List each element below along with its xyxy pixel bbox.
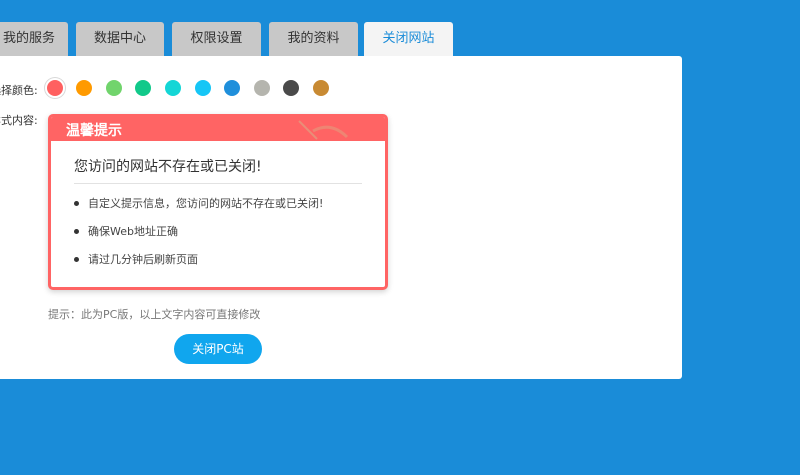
tab-data-center[interactable]: 数据中心 [76, 22, 164, 56]
tab-my-profile[interactable]: 我的资料 [269, 22, 358, 56]
tab-permissions[interactable]: 权限设置 [172, 22, 261, 56]
bullet-icon [74, 256, 79, 262]
hint-text: 提示：此为PC版，以上文字内容可直接修改 [48, 308, 261, 321]
list-item: 自定义提示信息，您访问的网站不存在或已关闭! [74, 195, 323, 211]
bullet-icon [74, 228, 79, 234]
color-swatch[interactable] [135, 80, 151, 96]
tab-close-site[interactable]: 关闭网站 [364, 22, 453, 56]
color-swatch[interactable] [283, 80, 299, 96]
color-swatch[interactable] [254, 80, 270, 96]
color-swatch[interactable] [47, 80, 63, 96]
color-swatch[interactable] [195, 80, 211, 96]
notice-header: 温馨提示 [51, 117, 385, 141]
notice-message: 您访问的网站不存在或已关闭! [74, 159, 262, 175]
list-item-text: 请过几分钟后刷新页面 [88, 253, 198, 266]
tab-my-services[interactable]: 我的服务 [0, 22, 68, 56]
list-item-text: 确保Web地址正确 [88, 225, 178, 238]
color-swatch[interactable] [224, 80, 240, 96]
color-swatch[interactable] [313, 80, 329, 96]
notice-card: 温馨提示 您访问的网站不存在或已关闭! 自定义提示信息，您访问的网站不存在或已关… [48, 114, 388, 290]
list-item-text: 自定义提示信息，您访问的网站不存在或已关闭! [88, 197, 324, 210]
leaf-decoration-icon [298, 120, 349, 140]
color-swatch[interactable] [106, 80, 122, 96]
close-pc-site-button[interactable]: 关闭PC站 [174, 334, 262, 364]
color-label: 选择颜色: [0, 84, 38, 97]
bullet-icon [74, 200, 79, 206]
color-swatch[interactable] [76, 80, 92, 96]
color-swatch[interactable] [165, 80, 181, 96]
list-item: 确保Web地址正确 [74, 223, 178, 239]
notice-title: 温馨提示 [66, 123, 122, 139]
list-item: 请过几分钟后刷新页面 [74, 251, 198, 267]
divider [74, 183, 362, 184]
content-label: 样式内容: [0, 114, 38, 127]
